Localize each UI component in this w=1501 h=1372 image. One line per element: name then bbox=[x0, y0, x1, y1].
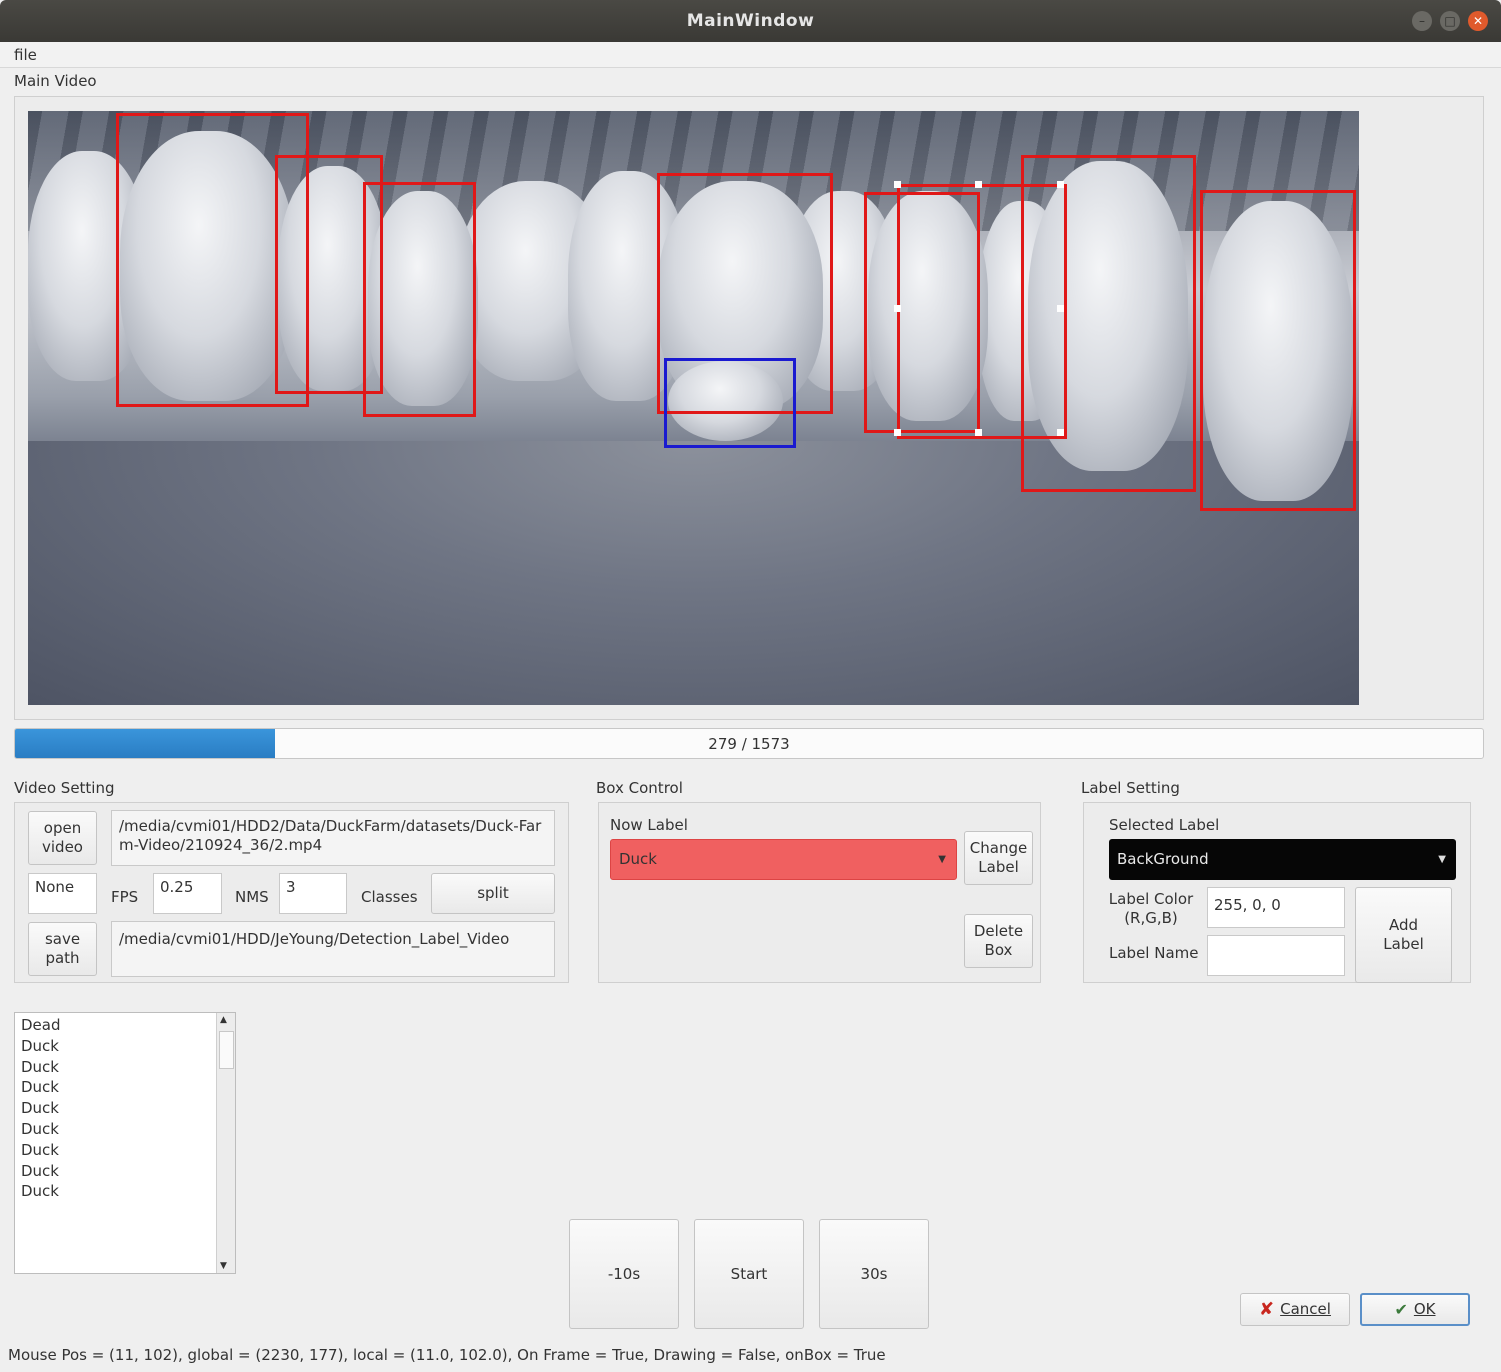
scroll-up-icon[interactable]: ▲ bbox=[220, 1015, 227, 1025]
label-color-label: Label Color (R,G,B) bbox=[1108, 890, 1194, 927]
checkmark-icon: ✔ bbox=[1394, 1300, 1408, 1319]
resize-handle[interactable] bbox=[894, 305, 901, 312]
progress-text: 279 / 1573 bbox=[708, 735, 790, 753]
video-setting-title: Video Setting bbox=[14, 779, 115, 797]
resize-handle[interactable] bbox=[975, 429, 982, 436]
list-item[interactable]: Duck bbox=[21, 1057, 59, 1078]
open-video-button[interactable]: open video bbox=[28, 811, 97, 865]
list-item[interactable]: Dead bbox=[21, 1015, 61, 1036]
list-item[interactable]: Duck bbox=[21, 1036, 59, 1057]
ok-button[interactable]: ✔ OK bbox=[1360, 1293, 1470, 1326]
scroll-thumb[interactable] bbox=[219, 1031, 234, 1069]
frame-progress-bar[interactable]: 279 / 1573 bbox=[14, 728, 1484, 759]
minimize-icon[interactable]: – bbox=[1412, 11, 1432, 31]
resize-handle[interactable] bbox=[975, 181, 982, 188]
resize-handle[interactable] bbox=[894, 181, 901, 188]
nms-input[interactable]: 3 bbox=[279, 873, 347, 914]
cancel-x-icon: ✘ bbox=[1259, 1299, 1275, 1320]
main-video-label: Main Video bbox=[14, 72, 97, 90]
video-path-field[interactable]: /media/cvmi01/HDD2/Data/DuckFarm/dataset… bbox=[111, 810, 555, 866]
bbox-duck[interactable] bbox=[1021, 155, 1196, 492]
label-name-input[interactable] bbox=[1207, 935, 1345, 976]
label-color-input[interactable]: 255, 0, 0 bbox=[1207, 887, 1345, 928]
menu-file[interactable]: file bbox=[14, 46, 37, 64]
list-item[interactable]: Duck bbox=[21, 1161, 59, 1182]
video-display[interactable] bbox=[28, 111, 1359, 705]
list-item[interactable]: Duck bbox=[21, 1098, 59, 1119]
cancel-button[interactable]: ✘ Cancel bbox=[1240, 1293, 1350, 1326]
status-bar-text: Mouse Pos = (11, 102), global = (2230, 1… bbox=[8, 1346, 886, 1364]
fps-label: FPS bbox=[111, 888, 139, 906]
split-button[interactable]: split bbox=[431, 873, 555, 914]
now-label-select[interactable]: Duck ▼ bbox=[610, 839, 957, 880]
selected-label-value: BackGround bbox=[1117, 850, 1209, 868]
chevron-down-icon: ▼ bbox=[938, 854, 946, 865]
window-title: MainWindow bbox=[686, 11, 815, 31]
forward-30s-button[interactable]: 30s bbox=[819, 1219, 929, 1329]
box-control-title: Box Control bbox=[596, 779, 683, 797]
scroll-down-icon[interactable]: ▼ bbox=[220, 1261, 227, 1271]
add-label-button[interactable]: Add Label bbox=[1355, 887, 1452, 983]
start-button[interactable]: Start bbox=[694, 1219, 804, 1329]
title-bar: MainWindow bbox=[0, 0, 1501, 42]
maximize-icon[interactable]: □ bbox=[1440, 11, 1460, 31]
label-setting-title: Label Setting bbox=[1081, 779, 1180, 797]
selected-label-select[interactable]: BackGround ▼ bbox=[1109, 839, 1456, 880]
label-name-label: Label Name bbox=[1109, 944, 1199, 962]
menu-bar: file bbox=[0, 42, 1501, 68]
now-label-title: Now Label bbox=[610, 816, 688, 834]
selected-label-title: Selected Label bbox=[1109, 816, 1220, 834]
save-path-button[interactable]: save path bbox=[28, 922, 97, 976]
list-scrollbar[interactable]: ▲ ▼ bbox=[216, 1013, 235, 1273]
change-label-button[interactable]: Change Label bbox=[964, 831, 1033, 885]
nms-label: NMS bbox=[235, 888, 269, 906]
resize-handle[interactable] bbox=[894, 429, 901, 436]
list-item[interactable]: Duck bbox=[21, 1119, 59, 1140]
close-icon[interactable]: ✕ bbox=[1468, 11, 1488, 31]
list-item[interactable]: Duck bbox=[21, 1077, 59, 1098]
bbox-dead[interactable] bbox=[664, 358, 796, 448]
save-path-field[interactable]: /media/cvmi01/HDD/JeYoung/Detection_Labe… bbox=[111, 921, 555, 977]
list-item[interactable]: Duck bbox=[21, 1140, 59, 1161]
cancel-label: Cancel bbox=[1280, 1300, 1331, 1318]
now-label-value: Duck bbox=[619, 850, 657, 868]
list-item[interactable]: Duck bbox=[21, 1181, 59, 1202]
classes-label: Classes bbox=[361, 888, 418, 906]
bbox-duck[interactable] bbox=[363, 182, 476, 417]
chevron-down-icon: ▼ bbox=[1438, 854, 1446, 865]
fps-input[interactable]: 0.25 bbox=[153, 873, 222, 914]
back-10s-button[interactable]: -10s bbox=[569, 1219, 679, 1329]
ok-label: OK bbox=[1413, 1300, 1436, 1318]
bbox-duck[interactable] bbox=[1200, 190, 1356, 511]
none-field[interactable]: None bbox=[28, 873, 97, 914]
label-list[interactable]: Dead Duck Duck Duck Duck Duck Duck Duck Duck ▲ ▼ bbox=[14, 1012, 236, 1274]
delete-box-button[interactable]: Delete Box bbox=[964, 914, 1033, 968]
